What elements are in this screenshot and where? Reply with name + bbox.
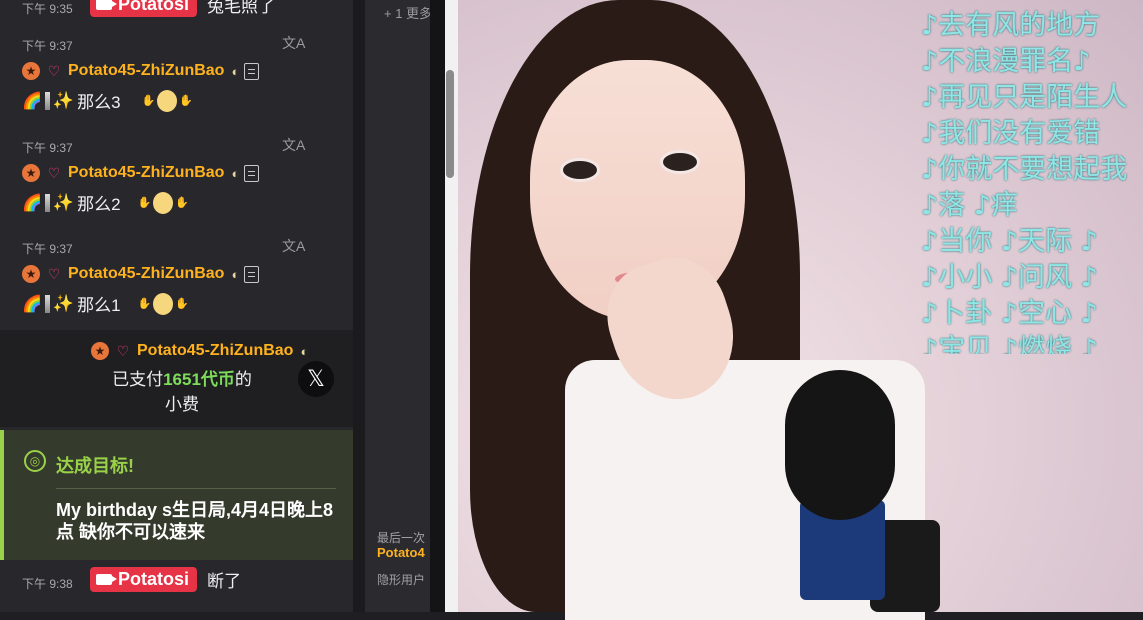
sparkle-emoji: ✨ (52, 293, 75, 313)
goal-title: 达成目标! (56, 456, 134, 476)
username[interactable]: Potato45-ZhiZunBao (68, 164, 224, 182)
stream-image-microphone (785, 370, 895, 520)
lyric-line: ♪我们没有爱错 (921, 118, 1101, 149)
smile-emote: ✋ ✋ (137, 191, 189, 214)
more-users-link[interactable]: + 1 更多 (384, 3, 432, 22)
tip-prefix: 已支付 (112, 370, 164, 389)
panel-gutter (353, 0, 365, 612)
tip-message: 已支付1651代币的 小费 (97, 367, 267, 417)
smile-emote: ✋ ✋ (137, 292, 189, 315)
goal-description: My birthday s生日局,4月4日晚上8点 缺你不可以速来 (56, 500, 334, 542)
camera-icon (96, 0, 117, 10)
scrollbar-thumb[interactable] (446, 70, 454, 178)
gem-badge-icon: ♡ (116, 342, 130, 359)
bar-emoji (44, 91, 50, 110)
gem-badge-icon: ♡ (47, 265, 61, 282)
star-badge-icon: ★ (22, 265, 40, 283)
tip-line2: 小费 (165, 395, 199, 414)
tag-label: Potatosi (118, 569, 190, 589)
tip-user-line: ★ ♡ Potato45-ZhiZunBao ◐ (91, 342, 308, 360)
last-user[interactable]: Potato4 (377, 545, 425, 560)
bar-emoji (44, 294, 50, 313)
star-badge-icon: ★ (22, 62, 40, 80)
smile-icon (153, 191, 174, 214)
clap-icon: ✋ (179, 95, 193, 107)
message-text: 兔毛照了 (207, 0, 276, 16)
username[interactable]: Potato45-ZhiZunBao (68, 265, 224, 283)
message-text: 那么3 (77, 93, 121, 112)
message-text: 断了 (207, 572, 242, 591)
clap-icon: ✋ (141, 95, 156, 107)
message-time: 下午 9:37 (22, 141, 73, 155)
shield-icon: ◐ (231, 165, 240, 181)
username[interactable]: Potato45-ZhiZunBao (68, 62, 224, 80)
translate-icon[interactable]: 文A (282, 33, 305, 53)
lyric-line: ♪当你 ♪天际 ♪ (921, 226, 1098, 257)
tip-suffix: 的 (234, 370, 252, 389)
translate-icon[interactable]: 文A (282, 135, 305, 155)
star-badge-icon: ★ (22, 164, 40, 182)
rainbow-emoji: 🌈 (22, 295, 42, 313)
clap-icon: ✋ (137, 298, 152, 310)
tip-username[interactable]: Potato45-ZhiZunBao (137, 342, 293, 360)
message-time: 下午 9:37 (22, 39, 73, 53)
smile-icon (153, 292, 174, 315)
lyrics-overlay: ♪去有风的地方 ♪不浪漫罪名♪ ♪再见只是陌生人 ♪我们没有爱错 ♪你就不要想起… (921, 8, 1143, 354)
clap-icon: ✋ (175, 197, 189, 209)
stream-image-eye (560, 158, 600, 182)
star-badge-icon: ★ (91, 342, 109, 360)
document-icon[interactable] (244, 62, 260, 80)
hidden-users-label: 隐形用户 (377, 573, 426, 587)
lyric-line: ♪落 ♪痒 (921, 190, 1019, 221)
user-list-panel (365, 0, 430, 612)
user-tag[interactable]: Potatosi (90, 0, 198, 17)
bar-emoji (44, 193, 50, 212)
message-time: 下午 9:38 (22, 577, 73, 591)
clap-icon: ✋ (175, 298, 189, 310)
close-icon[interactable]: 𝕏 (298, 361, 334, 397)
message-text: 那么2 (77, 195, 121, 214)
chat-panel: 下午 9:35 Potatosi 兔毛照了 下午 9:37 文A ★ ♡ Pot… (0, 0, 353, 612)
message-time: 下午 9:35 (22, 2, 73, 16)
clap-icon: ✋ (137, 197, 152, 209)
shield-icon: ◐ (231, 266, 240, 282)
target-icon: ◎ (24, 450, 46, 472)
smile-icon (157, 89, 178, 112)
scroll-track (430, 0, 445, 612)
smile-emote: ✋ ✋ (141, 89, 193, 112)
lyric-line: ♪卜卦 ♪空心 ♪ (921, 298, 1098, 329)
shield-icon: ◐ (231, 63, 240, 79)
lyric-line: ♪去有风的地方 (921, 10, 1101, 41)
stream-image-eye (660, 150, 700, 174)
sparkle-emoji: ✨ (52, 192, 75, 212)
document-icon[interactable] (244, 265, 260, 283)
chat-message-partial: 下午 9:35 Potatosi 兔毛照了 (0, 0, 353, 20)
chat-message: 下午 9:37 文A ★ ♡ Potato45-ZhiZunBao ◐ 🌈 ✨ … (0, 30, 353, 125)
shield-icon: ◐ (300, 343, 309, 359)
lyric-line: ♪再见只是陌生人 (921, 82, 1128, 113)
gem-badge-icon: ♡ (47, 62, 61, 79)
lyric-line: ♪小小 ♪问风 ♪ (921, 262, 1098, 293)
message-time: 下午 9:37 (22, 242, 73, 256)
chat-message: 下午 9:37 文A ★ ♡ Potato45-ZhiZunBao ◐ 🌈 ✨ … (0, 132, 353, 227)
tag-label: Potatosi (118, 0, 190, 14)
user-tag[interactable]: Potatosi (90, 567, 198, 592)
translate-icon[interactable]: 文A (282, 236, 305, 256)
chat-message: 下午 9:37 文A ★ ♡ Potato45-ZhiZunBao ◐ 🌈 ✨ … (0, 233, 353, 328)
tip-amount: 1651代币 (163, 370, 235, 389)
camera-icon (96, 574, 117, 585)
lyric-line: ♪不浪漫罪名♪ (921, 46, 1091, 77)
message-text: 那么1 (77, 296, 121, 315)
chat-message: 下午 9:38 Potatosi 断了 (0, 563, 353, 603)
gem-badge-icon: ♡ (47, 164, 61, 181)
last-label: 最后一次 (377, 531, 426, 545)
rainbow-emoji: 🌈 (22, 194, 42, 212)
lyric-line: ♪宝贝 ♪燃烧 ♪ (921, 334, 1098, 354)
document-icon[interactable] (244, 164, 260, 182)
sparkle-emoji: ✨ (52, 90, 75, 110)
goal-reached-card: ◎ 达成目标! My birthday s生日局,4月4日晚上8点 缺你不可以速… (0, 430, 353, 560)
divider (56, 488, 336, 489)
lyric-line: ♪你就不要想起我 (921, 154, 1128, 185)
rainbow-emoji: 🌈 (22, 92, 42, 110)
